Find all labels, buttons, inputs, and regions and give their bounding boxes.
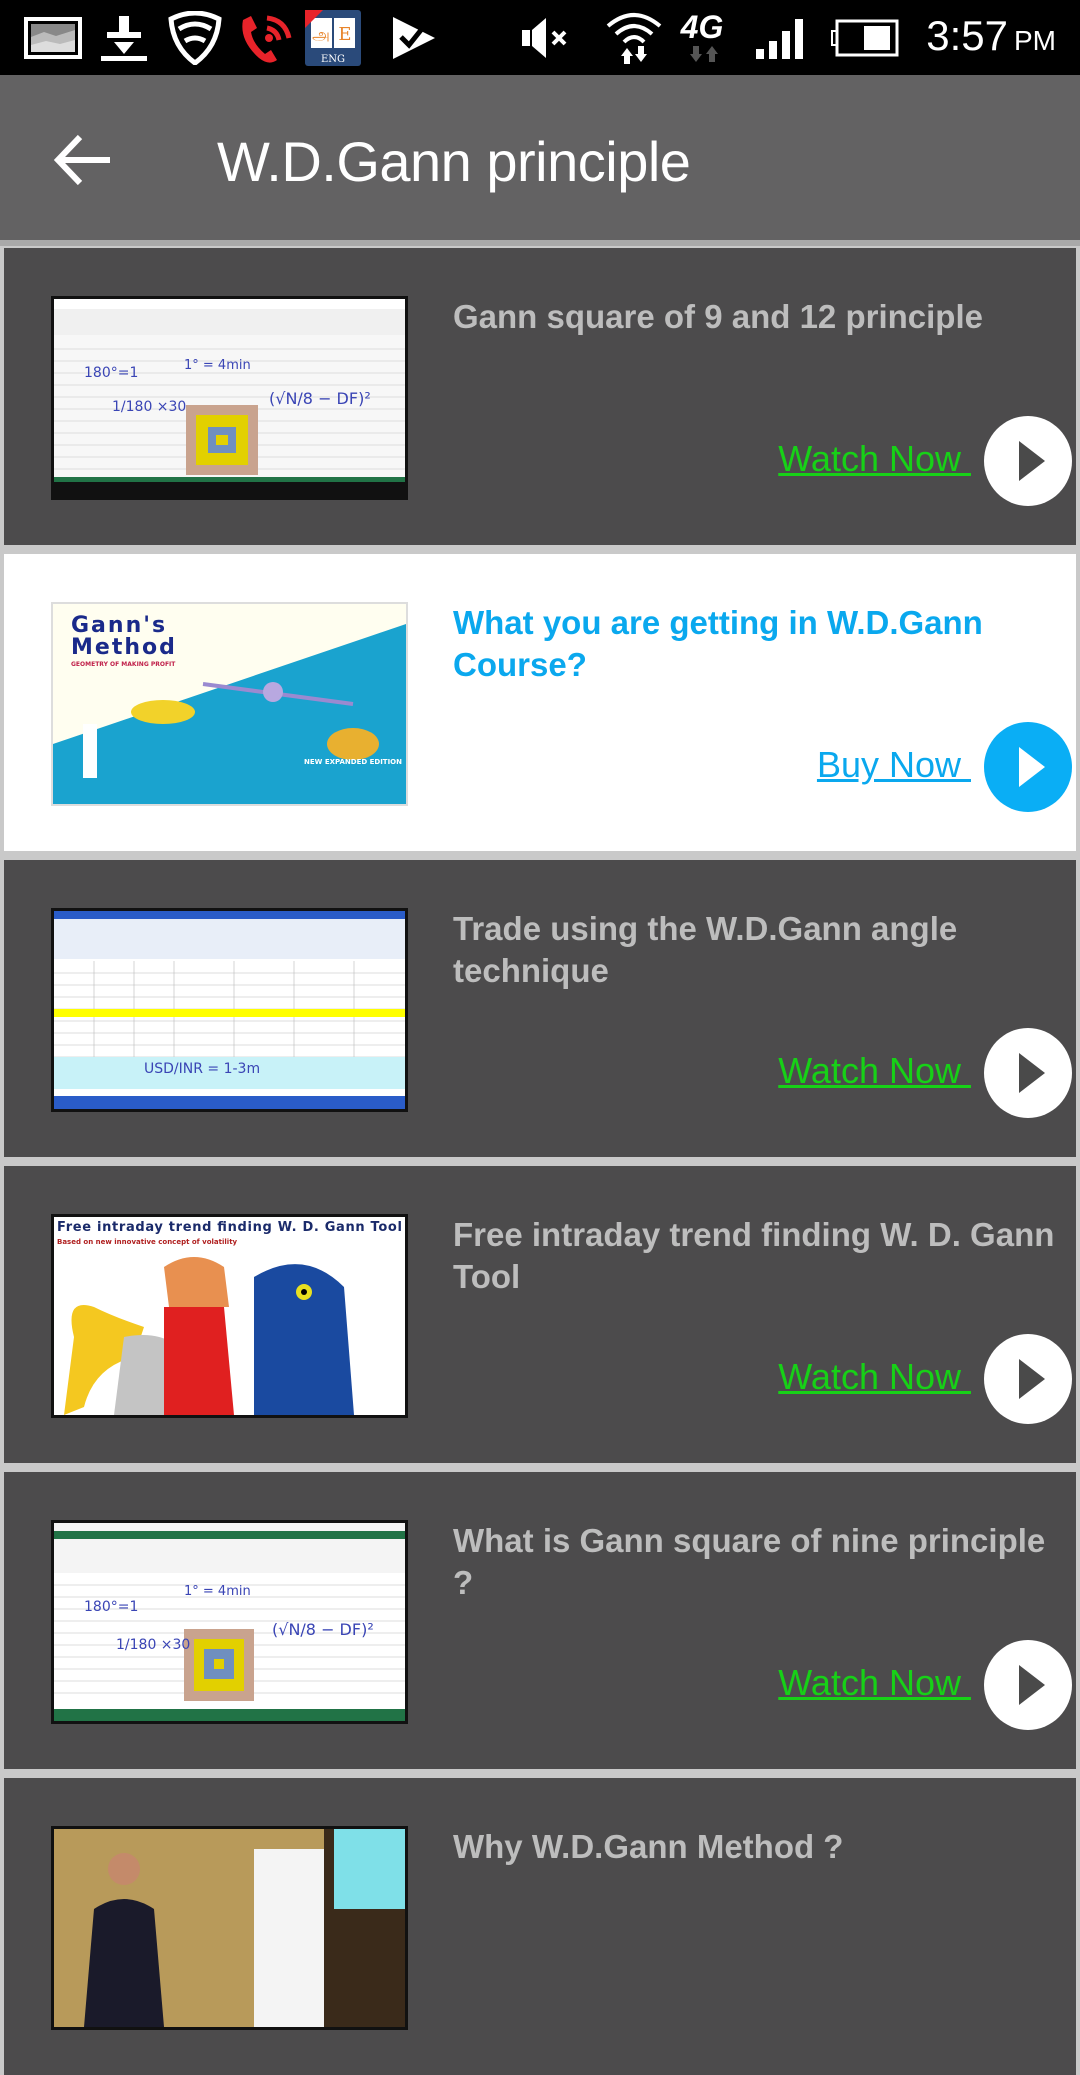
svg-text:E: E — [338, 24, 351, 45]
network-type-label: 4G — [680, 9, 724, 45]
svg-text:அ: அ — [312, 25, 330, 44]
thumb-subheading: Based on new innovative concept of volat… — [57, 1238, 238, 1246]
play-button[interactable] — [984, 722, 1072, 812]
list-item[interactable]: 180°=1 1° = 4min 1/180 ×30 (√N/8 − DF)² … — [4, 248, 1076, 545]
shield-wifi-icon — [166, 11, 224, 65]
mute-icon — [520, 14, 572, 62]
svg-text:(√N/8 − DF)²: (√N/8 − DF)² — [272, 1620, 374, 1639]
signal-icon — [752, 14, 812, 62]
svg-text:180°=1: 180°=1 — [84, 365, 138, 381]
play-icon — [1019, 747, 1045, 787]
battery-icon — [830, 14, 902, 62]
item-title[interactable]: What you are getting in W.D.Gann Course? — [453, 602, 1063, 686]
play-button[interactable] — [984, 1028, 1072, 1118]
play-icon — [1019, 441, 1045, 481]
svg-text:(√N/8 − DF)²: (√N/8 − DF)² — [269, 389, 371, 408]
wifi-icon — [604, 13, 664, 64]
play-button[interactable] — [984, 416, 1072, 506]
thumbnail-cartoon-trend-tool[interactable]: Free intraday trend finding W. D. Gann T… — [51, 1214, 408, 1418]
play-icon — [1019, 1665, 1045, 1705]
thumbnail-excel-gann-angle[interactable]: USD/INR = 1-3m — [51, 908, 408, 1112]
status-bar: அ E ENG 4G 3:57 PM — [0, 0, 1080, 75]
watch-now-link[interactable]: Watch Now — [778, 1050, 971, 1092]
arrow-left-icon — [53, 134, 110, 186]
svg-text:1° = 4min: 1° = 4min — [184, 358, 251, 373]
tamil-english-dictionary-icon: அ E ENG — [304, 10, 362, 66]
list-item[interactable]: Why W.D.Gann Method ? — [4, 1778, 1076, 2075]
clock-time: 3:57 — [926, 12, 1008, 59]
play-icon — [1019, 1053, 1045, 1093]
item-title[interactable]: Free intraday trend finding W. D. Gann T… — [453, 1214, 1063, 1298]
thumb-note: USD/INR = 1-3m — [144, 1061, 260, 1077]
buy-now-link[interactable]: Buy Now — [817, 744, 971, 786]
list-item[interactable]: Free intraday trend finding W. D. Gann T… — [4, 1166, 1076, 1463]
list-item[interactable]: Gann's Method GEOMETRY OF MAKING PROFIT … — [4, 554, 1076, 851]
svg-text:1° = 4min: 1° = 4min — [184, 1584, 251, 1599]
divider — [0, 240, 1080, 246]
list-item[interactable]: 180°=1 1° = 4min 1/180 ×30 (√N/8 − DF)² … — [4, 1472, 1076, 1769]
svg-text:ENG: ENG — [321, 54, 345, 65]
watch-now-link[interactable]: Watch Now — [778, 438, 971, 480]
book-subtitle: GEOMETRY OF MAKING PROFIT — [71, 661, 176, 668]
svg-text:1/180 ×30: 1/180 ×30 — [112, 399, 186, 415]
svg-text:1/180 ×30: 1/180 ×30 — [116, 1637, 190, 1653]
clock-ampm: PM — [1014, 25, 1056, 56]
book-edition: NEW EXPANDED EDITION — [304, 758, 402, 766]
page-title: W.D.Gann principle — [217, 130, 691, 193]
item-title[interactable]: What is Gann square of nine principle ? — [453, 1520, 1063, 1604]
play-button[interactable] — [984, 1334, 1072, 1424]
svg-text:180°=1: 180°=1 — [84, 1599, 138, 1615]
clock: 3:57 PM — [926, 12, 1056, 60]
gallery-icon — [22, 14, 84, 62]
book-title-line2: Method — [71, 635, 177, 660]
item-title[interactable]: Trade using the W.D.Gann angle technique — [453, 908, 1063, 992]
wifi-call-icon — [236, 14, 296, 63]
4g-icon: 4G — [672, 9, 732, 62]
watch-now-link[interactable]: Watch Now — [778, 1356, 971, 1398]
item-title[interactable]: Gann square of 9 and 12 principle — [453, 296, 1063, 338]
play-store-check-icon — [388, 14, 440, 62]
download-icon — [98, 14, 150, 62]
thumbnail-gann-method-book[interactable]: Gann's Method GEOMETRY OF MAKING PROFIT … — [51, 602, 408, 806]
thumbnail-presenter-photo[interactable] — [51, 1826, 408, 2030]
watch-now-link[interactable]: Watch Now — [778, 1662, 971, 1704]
back-button[interactable] — [50, 125, 120, 195]
play-button[interactable] — [984, 1640, 1072, 1730]
thumb-heading: Free intraday trend finding W. D. Gann T… — [57, 1220, 402, 1235]
list-item[interactable]: USD/INR = 1-3m Trade using the W.D.Gann … — [4, 860, 1076, 1157]
item-title[interactable]: Why W.D.Gann Method ? — [453, 1826, 1063, 1868]
thumbnail-excel-gann-square-nine[interactable]: 180°=1 1° = 4min 1/180 ×30 (√N/8 − DF)² — [51, 1520, 408, 1724]
thumbnail-excel-gann-square[interactable]: 180°=1 1° = 4min 1/180 ×30 (√N/8 − DF)² — [51, 296, 408, 500]
play-icon — [1019, 1359, 1045, 1399]
app-bar: W.D.Gann principle — [0, 75, 1080, 243]
